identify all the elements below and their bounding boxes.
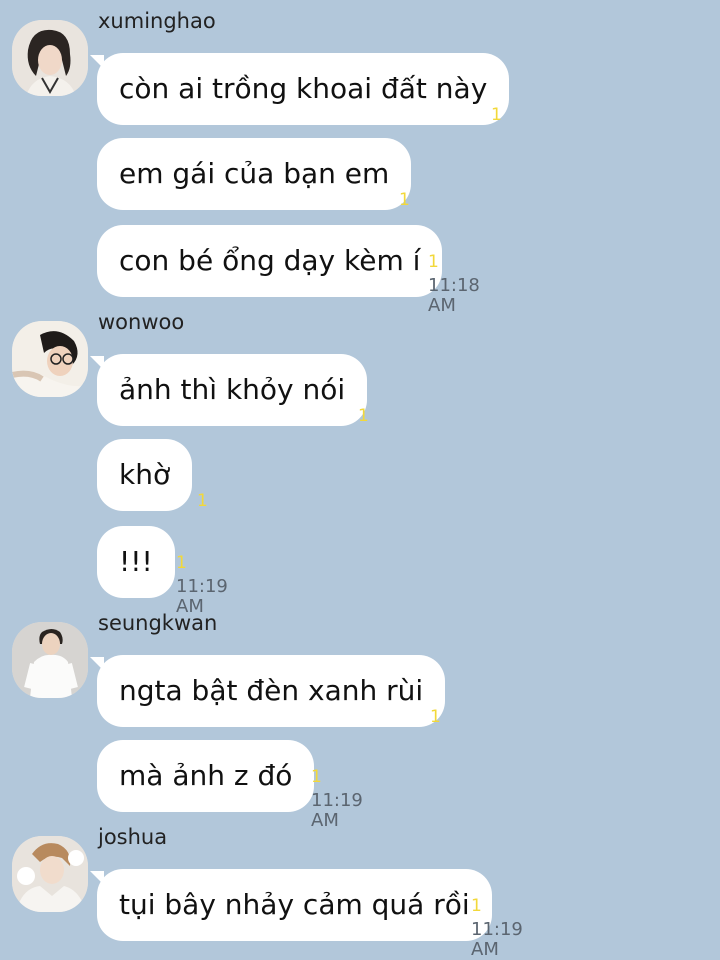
unread-count: 1 — [430, 707, 441, 727]
message: mà ảnh z đó 1 11:19 AM — [97, 740, 363, 831]
message: khờ 1 — [97, 439, 208, 511]
message: !!! 1 11:19 AM — [97, 526, 228, 617]
message-bubble[interactable]: ảnh thì khỏy nói — [89, 354, 368, 426]
profile-photo-icon — [12, 20, 88, 96]
message: ảnh thì khỏy nói 1 — [89, 354, 369, 426]
message-bubble[interactable]: em gái của bạn em — [97, 138, 412, 210]
message-bubble[interactable]: còn ai trồng khoai đất này — [89, 53, 510, 125]
profile-photo-icon — [12, 321, 88, 397]
unread-count: 1 — [197, 491, 208, 511]
timestamp: 11:18 AM — [428, 275, 480, 316]
sender-name: joshua — [98, 825, 168, 849]
sender-name: wonwoo — [98, 310, 185, 334]
message-bubble[interactable]: !!! — [97, 526, 175, 598]
profile-photo-icon — [12, 836, 88, 912]
unread-count: 1 — [491, 105, 502, 125]
timestamp: 11:19 AM — [311, 790, 363, 831]
unread-count: 1 — [358, 406, 369, 426]
message-bubble[interactable]: ngta bật đèn xanh rùi — [89, 655, 446, 727]
avatar[interactable] — [12, 321, 88, 397]
message: ngta bật đèn xanh rùi 1 — [89, 655, 446, 727]
message: con bé ổng dạy kèm í 1 11:18 AM — [97, 225, 480, 316]
unread-count: 1 — [471, 896, 482, 916]
message-bubble[interactable]: mà ảnh z đó — [97, 740, 315, 812]
message: tụi bây nhảy cảm quá rồi 1 11:19 AM — [90, 869, 523, 960]
message-bubble[interactable]: tụi bây nhảy cảm quá rồi — [90, 869, 492, 941]
avatar[interactable] — [12, 20, 88, 96]
timestamp: 11:19 AM — [471, 919, 523, 960]
sender-name: xuminghao — [98, 9, 216, 33]
message: còn ai trồng khoai đất này 1 — [89, 53, 510, 125]
profile-photo-icon — [12, 622, 88, 698]
avatar[interactable] — [12, 622, 88, 698]
avatar[interactable] — [12, 836, 88, 912]
sender-name: seungkwan — [98, 611, 218, 635]
unread-count: 1 — [311, 767, 322, 787]
unread-count: 1 — [176, 553, 187, 573]
unread-count: 1 — [428, 252, 439, 272]
message-bubble[interactable]: khờ — [97, 439, 193, 511]
unread-count: 1 — [399, 190, 410, 210]
message-bubble[interactable]: con bé ổng dạy kèm í — [97, 225, 443, 297]
message: em gái của bạn em 1 — [97, 138, 412, 210]
